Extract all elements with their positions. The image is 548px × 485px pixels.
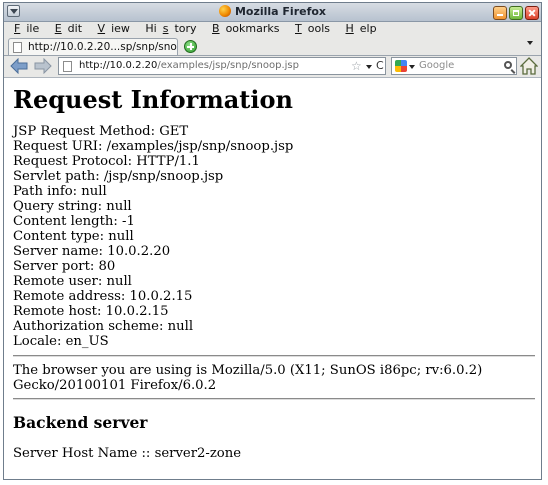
new-tab-button[interactable]: [184, 40, 197, 53]
tab-bar: http://10.0.2.20...sp/snp/snoop.jsp: [4, 37, 541, 56]
menu-file[interactable]: File: [9, 21, 40, 37]
menu-view-mnemonic: V: [97, 22, 106, 35]
field-content-length: Content length: -1: [13, 214, 135, 229]
menu-bookmarks-mnemonic: B: [212, 22, 220, 35]
forward-button[interactable]: [34, 58, 52, 74]
field-servlet-path: Servlet path: /jsp/snp/snoop.jsp: [13, 169, 224, 184]
menu-bar: File Edit View Hi s tory Bookmarks Tools H…: [4, 21, 541, 37]
list-all-tabs-icon[interactable]: [527, 41, 533, 45]
menu-tools-label: ools: [307, 22, 330, 35]
menu-history-label: tory: [174, 22, 197, 35]
menu-history-mnemonic: s: [162, 22, 169, 35]
page-icon: [13, 42, 22, 53]
search-bar[interactable]: Google: [391, 57, 517, 75]
url-history-dropdown-icon[interactable]: [366, 65, 372, 69]
search-engine-dropdown-icon[interactable]: [409, 65, 415, 69]
field-request-protocol: Request Protocol: HTTP/1.1: [13, 154, 200, 169]
menu-file-mnemonic: F: [14, 22, 21, 35]
field-locale: Locale: en_US: [13, 334, 109, 349]
field-request-method: JSP Request Method: GET: [13, 124, 189, 139]
backend-heading: Backend server: [13, 413, 148, 432]
menu-bookmarks[interactable]: Bookmarks: [207, 21, 280, 37]
field-authorization-scheme: Authorization scheme: null: [13, 319, 194, 334]
field-remote-host: Remote host: 10.0.2.15: [13, 304, 169, 319]
minimize-button[interactable]: [493, 6, 507, 20]
firefox-logo-icon: [218, 5, 231, 17]
site-identity-icon[interactable]: [63, 61, 72, 72]
field-query-string: Query string: null: [13, 199, 132, 214]
menu-help-label: elp: [359, 22, 377, 35]
menu-file-label: ile: [26, 22, 40, 35]
divider: [13, 398, 535, 400]
browser-window: Mozilla Firefox File Edit View Hi s tory B…: [3, 2, 542, 480]
page-title: Request Information: [13, 85, 293, 114]
browser-info: The browser you are using is Mozilla/5.0…: [13, 363, 533, 393]
request-info-list: JSP Request Method: GET Request URI: /ex…: [13, 124, 293, 349]
tab-snoop[interactable]: http://10.0.2.20...sp/snp/snoop.jsp: [8, 38, 178, 55]
menu-edit-label: dit: [67, 22, 83, 35]
search-icon[interactable]: [504, 61, 512, 69]
field-content-type: Content type: null: [13, 229, 134, 244]
url-bar[interactable]: http://10.0.2.20/examples/jsp/snp/snoop.…: [58, 57, 386, 75]
menu-edit[interactable]: Edit: [50, 21, 83, 37]
server-host-name: Server Host Name :: server2-zone: [13, 446, 242, 461]
menu-tools[interactable]: Tools: [290, 21, 331, 37]
back-button[interactable]: [10, 58, 28, 74]
field-request-uri: Request URI: /examples/jsp/snp/snoop.jsp: [13, 139, 294, 154]
menu-bookmarks-label: ookmarks: [225, 22, 280, 35]
bookmark-star-icon[interactable]: ☆: [351, 58, 362, 74]
navigation-toolbar: http://10.0.2.20/examples/jsp/snp/snoop.…: [4, 55, 541, 78]
url-host: http://10.0.2.20: [79, 60, 158, 71]
title-bar: Mozilla Firefox: [4, 3, 541, 22]
window-title: Mozilla Firefox: [4, 3, 541, 21]
menu-history-prefix: Hi: [145, 22, 157, 35]
window-title-text: Mozilla Firefox: [234, 5, 327, 18]
field-path-info: Path info: null: [13, 184, 107, 199]
divider: [13, 355, 535, 357]
url-path: /examples/jsp/snp/snoop.jsp: [157, 60, 299, 71]
menu-view-label: iew: [111, 22, 130, 35]
field-remote-user: Remote user: null: [13, 274, 132, 289]
menu-view[interactable]: View: [93, 21, 131, 37]
close-button[interactable]: [525, 6, 539, 20]
menu-tools-mnemonic: T: [295, 22, 302, 35]
page-content: Request Information JSP Request Method: …: [4, 78, 541, 479]
window-controls: [491, 5, 539, 20]
tab-label: http://10.0.2.20...sp/snp/snoop.jsp: [28, 41, 177, 53]
menu-edit-mnemonic: E: [54, 22, 62, 35]
home-button[interactable]: [520, 57, 538, 75]
field-server-name: Server name: 10.0.2.20: [13, 244, 171, 259]
search-input[interactable]: Google: [419, 58, 454, 74]
menu-history[interactable]: Hi s tory: [140, 21, 197, 37]
browser-info-line-1: The browser you are using is Mozilla/5.0…: [13, 363, 483, 378]
menu-help[interactable]: Help: [340, 21, 377, 37]
browser-info-line-2: Gecko/20100101 Firefox/6.0.2: [13, 378, 217, 393]
menu-help-mnemonic: H: [345, 22, 354, 35]
field-remote-address: Remote address: 10.0.2.15: [13, 289, 193, 304]
reload-icon[interactable]: C: [376, 58, 384, 74]
url-text: http://10.0.2.20/examples/jsp/snp/snoop.…: [79, 58, 299, 74]
field-server-port: Server port: 80: [13, 259, 116, 274]
maximize-button[interactable]: [509, 6, 523, 20]
google-engine-icon[interactable]: [395, 60, 407, 72]
